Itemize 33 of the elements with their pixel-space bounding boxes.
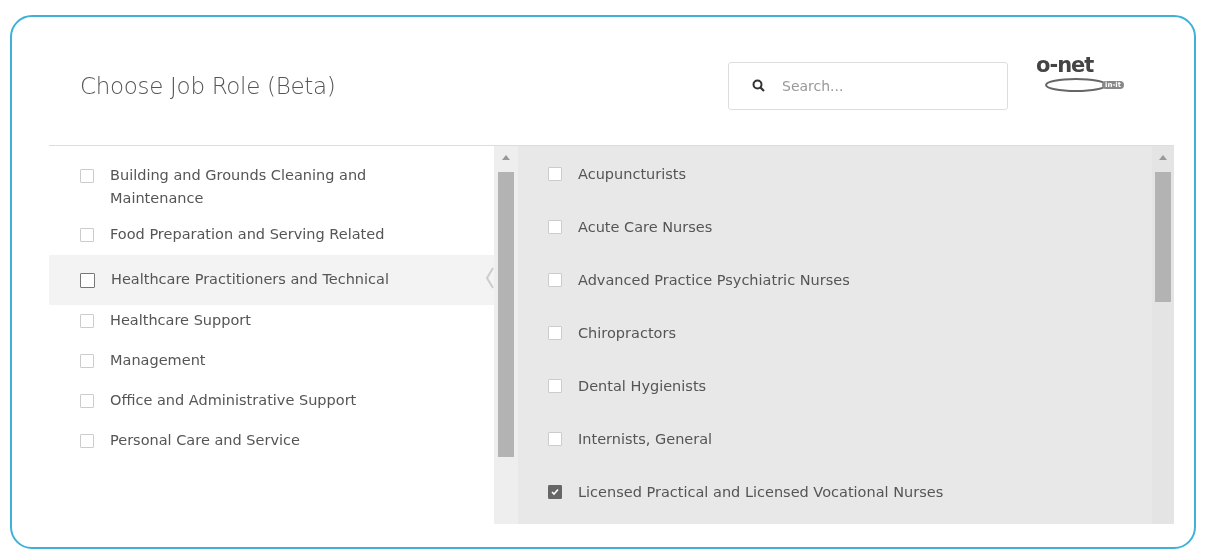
role-label: Dental Hygienists <box>578 377 707 394</box>
checkbox[interactable] <box>80 273 95 288</box>
category-item[interactable]: Office and Administrative Support <box>49 385 494 425</box>
chevron-icon <box>486 267 494 289</box>
dialog-title: Choose Job Role (Beta) <box>80 72 337 99</box>
scrollbar[interactable] <box>494 146 518 524</box>
role-label: Advanced Practice Psychiatric Nurses <box>578 271 850 288</box>
role-label: Licensed Practical and Licensed Vocational Nurses <box>578 483 944 500</box>
scroll-up-icon[interactable] <box>1159 155 1167 160</box>
category-label: Office and Administrative Support <box>110 391 358 410</box>
logo: o-net <box>1036 53 1094 77</box>
scroll-thumb[interactable] <box>498 172 514 457</box>
check-icon <box>551 487 559 496</box>
category-item[interactable]: Building and Grounds Cleaning and Maintenance <box>49 160 494 219</box>
category-label: Personal Care and Service <box>110 431 301 450</box>
category-label: Management <box>110 351 207 370</box>
scroll-thumb[interactable] <box>1155 172 1171 302</box>
scroll-up-icon[interactable] <box>502 155 510 160</box>
role-label: Acute Care Nurses <box>578 218 713 235</box>
category-item[interactable]: Management <box>49 345 494 385</box>
category-label: Building and Grounds Cleaning and Maintenance <box>110 166 368 208</box>
role-label: Chiropractors <box>578 324 676 341</box>
category-item[interactable]: Healthcare Support <box>49 305 494 345</box>
category-label: Food Preparation and Serving Related <box>110 225 386 244</box>
category-label: Healthcare Support <box>110 311 252 330</box>
checkbox[interactable] <box>548 484 562 499</box>
role-label: Internists, General <box>578 430 713 447</box>
role-label: Acupuncturists <box>578 165 687 182</box>
search-field[interactable]: Search... <box>728 62 1008 110</box>
scrollbar[interactable] <box>1152 146 1174 524</box>
category-item[interactable]: Healthcare Practitioners and Technical <box>49 255 494 305</box>
category-label: Healthcare Practitioners and Technical <box>111 270 390 289</box>
category-item[interactable]: Personal Care and Service <box>49 425 494 465</box>
